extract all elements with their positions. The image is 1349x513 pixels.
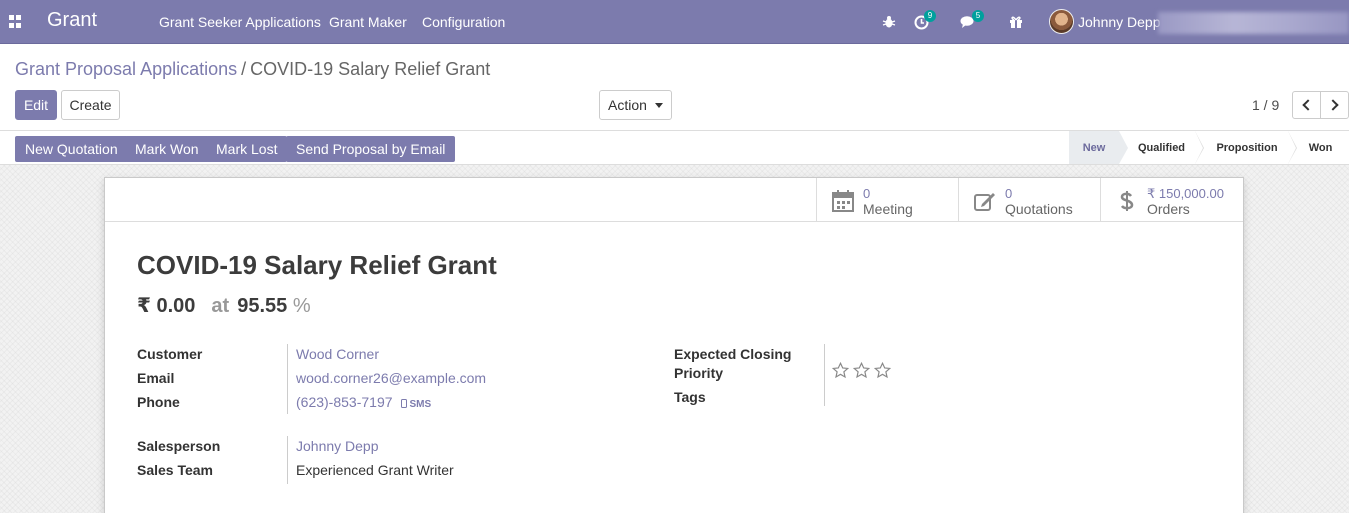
at-label: at <box>211 295 230 317</box>
edit-icon <box>974 193 995 211</box>
edit-button[interactable]: Edit <box>15 90 57 120</box>
mark-lost-button[interactable]: Mark Lost <box>206 136 288 162</box>
activity-icon[interactable]: 9 <box>914 10 936 32</box>
menu-configuration[interactable]: Configuration <box>422 14 505 30</box>
top-navbar: Grant Grant Seeker Applications Grant Ma… <box>0 0 1349 44</box>
stage-divider <box>1119 131 1128 164</box>
send-proposal-button[interactable]: Send Proposal by Email <box>286 136 456 162</box>
stage-divider <box>1195 131 1203 164</box>
field-divider <box>824 344 825 406</box>
orders-amount: ₹ 150,000.00 <box>1147 186 1224 201</box>
email-label: Email <box>137 370 175 386</box>
stage-won[interactable]: Won <box>1298 131 1343 164</box>
create-button[interactable]: Create <box>61 90 120 120</box>
meeting-label: Meeting <box>863 201 913 217</box>
quotations-smart-button[interactable]: 0 Quotations <box>958 178 1100 221</box>
expected-revenue[interactable]: ₹ 0.00 <box>137 295 195 317</box>
stage-divider <box>1288 131 1296 164</box>
priority-star-icon[interactable] <box>874 362 891 379</box>
salesperson-link[interactable]: Johnny Depp <box>296 438 379 454</box>
menu-grant-maker[interactable]: Grant Maker <box>329 14 407 30</box>
breadcrumb-current: COVID-19 Salary Relief Grant <box>250 59 491 79</box>
apps-menu-icon[interactable] <box>9 15 22 28</box>
mobile-icon <box>400 399 407 408</box>
breadcrumb: Grant Proposal Applications / COVID-19 Sal… <box>15 59 490 80</box>
new-quotation-button[interactable]: New Quotation <box>15 136 128 162</box>
chevron-right-icon <box>1327 99 1339 111</box>
salesperson-label: Salesperson <box>137 438 221 454</box>
phone-label: Phone <box>137 394 180 410</box>
sales-team-label: Sales Team <box>137 462 214 478</box>
pager-next-button[interactable] <box>1320 91 1349 119</box>
probability-value[interactable]: 95.55 <box>237 295 287 317</box>
orders-smart-button[interactable]: ₹ 150,000.00 Orders <box>1100 178 1243 221</box>
customer-link[interactable]: Wood Corner <box>296 346 379 362</box>
priority-star-icon[interactable] <box>832 362 849 379</box>
customer-label: Customer <box>137 346 203 362</box>
email-link[interactable]: wood.corner26@example.com <box>296 370 486 386</box>
debug-icon[interactable] <box>882 12 896 32</box>
user-avatar[interactable] <box>1049 9 1074 34</box>
status-bar: New Quotation Mark Won Mark Lost Send Pr… <box>0 130 1349 165</box>
mark-won-button[interactable]: Mark Won <box>125 136 209 162</box>
sms-button[interactable]: SMS <box>400 399 432 410</box>
messages-count-badge: 5 <box>972 10 984 22</box>
record-title[interactable]: COVID-19 Salary Relief Grant <box>137 250 497 281</box>
tags-label: Tags <box>674 389 706 405</box>
messages-icon[interactable]: 5 <box>960 10 984 32</box>
quotations-count: 0 <box>1005 186 1013 201</box>
orders-label: Orders <box>1147 201 1190 217</box>
chevron-left-icon <box>1302 99 1314 111</box>
field-divider <box>287 436 288 484</box>
dollar-icon <box>1120 191 1134 211</box>
redacted-area <box>1158 12 1349 34</box>
sms-label: SMS <box>409 399 432 410</box>
caret-down-icon <box>654 102 663 108</box>
form-sheet: 0 Meeting 0 Quotations ₹ 150,000.00 Orde… <box>104 177 1244 513</box>
expected-revenue-row: ₹ 0.00 at 95.55 % <box>137 293 311 318</box>
percent-sign: % <box>292 295 311 317</box>
breadcrumb-separator: / <box>241 59 247 79</box>
pager-previous-button[interactable] <box>1292 91 1321 119</box>
phone-row: (623)-853-7197 SMS <box>296 394 431 410</box>
stage-new[interactable]: New <box>1069 131 1119 164</box>
gift-icon[interactable] <box>1009 12 1023 32</box>
meeting-count: 0 <box>863 186 871 201</box>
sales-team-value[interactable]: Experienced Grant Writer <box>296 462 454 478</box>
calendar-icon <box>832 190 854 212</box>
quotations-label: Quotations <box>1005 201 1073 217</box>
breadcrumb-parent-link[interactable]: Grant Proposal Applications <box>15 59 237 79</box>
activity-count-badge: 9 <box>924 10 936 22</box>
stage-qualified[interactable]: Qualified <box>1128 131 1195 164</box>
stage-proposition[interactable]: Proposition <box>1206 131 1288 164</box>
pager-value[interactable]: 1 / 9 <box>1252 97 1279 113</box>
menu-grant-seeker-applications[interactable]: Grant Seeker Applications <box>159 14 321 30</box>
app-brand[interactable]: Grant <box>47 9 97 32</box>
action-dropdown[interactable]: Action <box>599 90 672 120</box>
priority-label: Priority <box>674 365 724 381</box>
priority-star-icon[interactable] <box>853 362 870 379</box>
field-divider <box>287 344 288 414</box>
smart-button-bar: 0 Meeting 0 Quotations ₹ 150,000.00 Orde… <box>105 178 1243 222</box>
user-menu[interactable]: Johnny Depp <box>1078 14 1161 30</box>
expected-closing-label: Expected Closing <box>674 346 792 362</box>
meeting-smart-button[interactable]: 0 Meeting <box>816 178 958 221</box>
action-label: Action <box>608 97 647 113</box>
phone-link[interactable]: (623)-853-7197 <box>296 394 393 410</box>
